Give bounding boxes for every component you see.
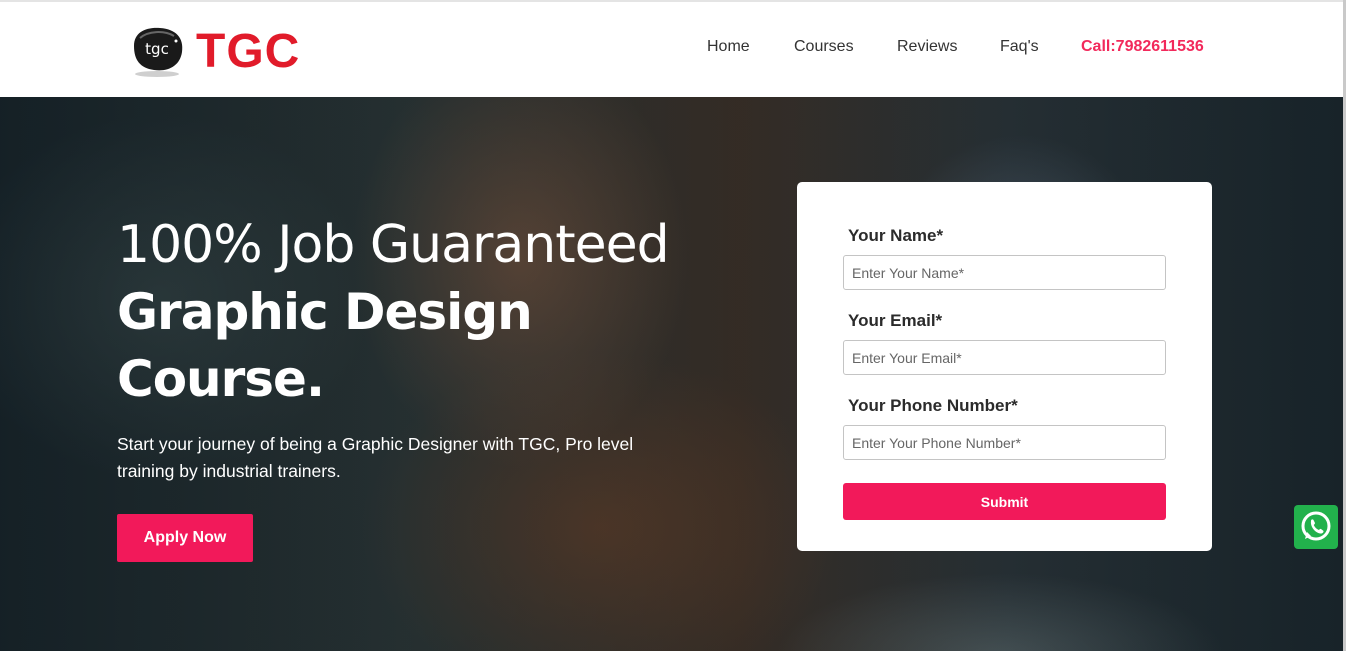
enquiry-form: Your Name* Your Email* Your Phone Number… bbox=[797, 182, 1212, 551]
whatsapp-button[interactable] bbox=[1294, 505, 1338, 549]
email-label: Your Email* bbox=[848, 311, 943, 330]
name-label: Your Name* bbox=[848, 226, 944, 245]
hero-heading-line-3: Course. bbox=[117, 350, 325, 408]
nav-faq[interactable]: Faq's bbox=[1000, 38, 1039, 56]
name-input[interactable] bbox=[843, 255, 1166, 290]
whatsapp-icon bbox=[1301, 511, 1331, 541]
hero-section: 100% Job Guaranteed Graphic Design Cours… bbox=[0, 97, 1343, 651]
nav-call-link[interactable]: Call:7982611536 bbox=[1081, 38, 1204, 56]
tgc-badge-icon: tgc bbox=[134, 27, 183, 77]
svg-text:tgc: tgc bbox=[145, 40, 169, 58]
site-header: tgc TGC Home Courses Reviews Faq's Call:… bbox=[0, 2, 1343, 97]
email-input[interactable] bbox=[843, 340, 1166, 375]
nav-home[interactable]: Home bbox=[707, 38, 750, 56]
submit-button[interactable]: Submit bbox=[843, 483, 1166, 520]
hero-heading-line-1: 100% Job Guaranteed bbox=[117, 215, 670, 275]
hero-subtitle: Start your journey of being a Graphic De… bbox=[117, 434, 634, 481]
nav-courses[interactable]: Courses bbox=[794, 38, 854, 56]
nav-reviews[interactable]: Reviews bbox=[897, 38, 957, 56]
phone-label: Your Phone Number* bbox=[848, 396, 1018, 415]
brand-name: TGC bbox=[196, 25, 301, 78]
phone-input[interactable] bbox=[843, 425, 1166, 460]
hero-heading-line-2: Graphic Design bbox=[117, 283, 533, 341]
brand-logo[interactable]: tgc TGC bbox=[126, 22, 326, 88]
apply-now-button[interactable]: Apply Now bbox=[117, 514, 253, 562]
